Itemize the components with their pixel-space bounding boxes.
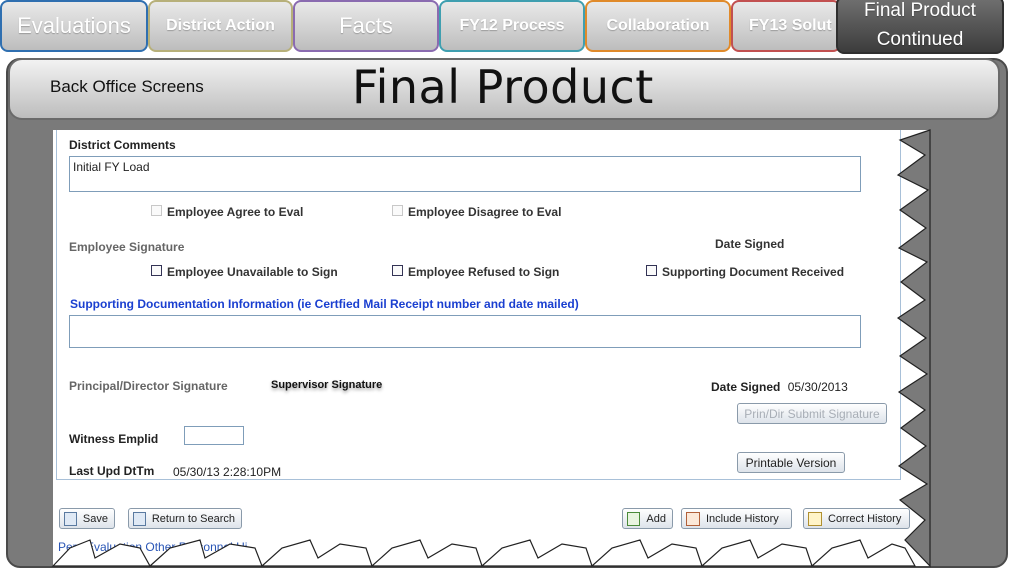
bottom-link[interactable]: Pers Evaluation Other Personnel Hi	[58, 540, 247, 554]
tab-collaboration[interactable]: Collaboration	[585, 0, 731, 52]
refused-label: Employee Refused to Sign	[408, 265, 560, 279]
return-to-search-button[interactable]: Return to Search	[128, 508, 242, 529]
history-icon	[686, 511, 700, 526]
add-label: Add	[646, 512, 666, 525]
supporting-info-label: Supporting Documentation Information (ie…	[70, 297, 579, 311]
date-signed-2: Date Signed 05/30/2013	[711, 380, 848, 394]
add-button[interactable]: Add	[622, 508, 673, 529]
search-icon	[133, 511, 146, 526]
witness-emplid-label: Witness Emplid	[69, 432, 159, 446]
supervisor-signature: Supervisor Signature	[271, 379, 383, 391]
return-label: Return to Search	[151, 512, 235, 525]
save-icon	[64, 511, 77, 526]
correct-history-button[interactable]: Correct History	[803, 508, 910, 529]
witness-emplid-field[interactable]	[184, 426, 244, 445]
page-subtitle: Back Office Screens	[50, 77, 204, 96]
agree-checkbox[interactable]	[151, 205, 162, 216]
last-upd-value: 05/30/13 2:28:10PM	[173, 465, 282, 479]
printable-version-button[interactable]: Printable Version	[737, 452, 845, 473]
tab-evaluations[interactable]: Evaluations	[0, 0, 148, 52]
top-tab-bar: Evaluations District Action Facts FY12 P…	[0, 0, 1024, 56]
tab-fy12-process[interactable]: FY12 Process	[439, 0, 585, 52]
include-history-button[interactable]: Include History	[681, 508, 792, 529]
prin-dir-submit-button[interactable]: Prin/Dir Submit Signature	[737, 403, 887, 424]
tab-fy13-solution[interactable]: FY13 Solut	[731, 0, 841, 52]
date-signed-2-label: Date Signed	[711, 380, 781, 394]
correct-history-label: Correct History	[828, 512, 902, 525]
agree-label: Employee Agree to Eval	[167, 205, 304, 219]
unavailable-checkbox[interactable]	[151, 265, 162, 276]
district-comments-label: District Comments	[69, 138, 176, 152]
edit-icon	[808, 511, 822, 526]
unavailable-label: Employee Unavailable to Sign	[167, 265, 338, 279]
tab-final-product-continued[interactable]: Final Product Continued	[836, 0, 1004, 54]
date-signed-label: Date Signed	[715, 237, 785, 251]
save-button[interactable]: Save	[59, 508, 115, 529]
include-history-label: Include History	[706, 512, 779, 525]
page-title: Final Product	[352, 60, 654, 114]
tab-facts[interactable]: Facts	[293, 0, 439, 52]
date-signed-2-value: 05/30/2013	[787, 380, 848, 394]
disagree-checkbox[interactable]	[392, 205, 403, 216]
form-screenshot: District Comments Initial FY Load Employ…	[53, 130, 930, 566]
supporting-received-label: Supporting Document Received	[662, 265, 845, 279]
last-upd-label: Last Upd DtTm	[69, 464, 155, 478]
tab-district-action[interactable]: District Action	[148, 0, 293, 52]
refused-checkbox[interactable]	[392, 265, 403, 276]
district-comments-field[interactable]: Initial FY Load	[69, 156, 861, 192]
add-icon	[627, 511, 641, 526]
save-label: Save	[82, 512, 108, 525]
district-comments-value: Initial FY Load	[73, 160, 150, 174]
principal-signature-label: Principal/Director Signature	[69, 379, 228, 393]
supporting-info-field[interactable]	[69, 315, 861, 348]
disagree-label: Employee Disagree to Eval	[408, 205, 562, 219]
supporting-received-checkbox[interactable]	[646, 265, 657, 276]
employee-signature-label: Employee Signature	[69, 240, 185, 254]
